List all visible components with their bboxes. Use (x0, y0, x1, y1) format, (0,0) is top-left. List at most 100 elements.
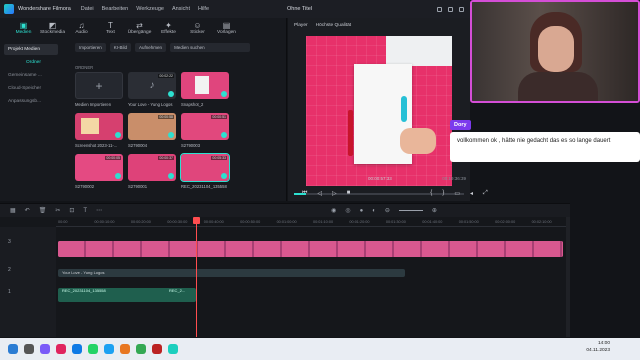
tool-sticker[interactable]: ☺ Sticker (184, 21, 211, 40)
telegram-icon[interactable] (72, 344, 82, 354)
snap-icon[interactable]: ◎ (345, 207, 350, 214)
quality-select[interactable]: Höchste Qualität (316, 23, 351, 28)
media-item-rec[interactable]: 00:05:33 (180, 153, 230, 182)
timeline-toolbar: ▦ ↶ 🗑 ✂ ⊡ T ⋯ ◉ ◎ ● ◐ ⊖ ⊕ (0, 203, 570, 217)
playhead[interactable] (193, 217, 200, 337)
obs-icon[interactable] (152, 344, 162, 354)
tool-audio[interactable]: ♫ Audio (68, 21, 95, 40)
tool-effekte[interactable]: ✦ Effekte (155, 21, 182, 40)
undo-icon[interactable]: ↶ (25, 207, 30, 214)
ruler-tick-label: 00:01:00:00 (276, 220, 297, 224)
import-media-tile[interactable]: + (75, 72, 123, 99)
mic-icon[interactable]: ● (360, 208, 364, 214)
added-check-icon (221, 91, 227, 97)
tool-uebergaenge[interactable]: ⇄ Übergänge (126, 21, 153, 40)
grid-icon[interactable]: ▦ (10, 207, 16, 214)
zoom-out-icon[interactable]: ⊖ (385, 207, 390, 214)
media-search-input[interactable]: Medien suchen (170, 43, 251, 52)
audio-clip-2[interactable]: REC_2... (166, 288, 196, 302)
media-sidebar: Projekt Medien Ordner Gemeinsame ... Clo… (0, 42, 62, 201)
menu-datei[interactable]: Datei (81, 6, 94, 12)
snapshot-icon[interactable]: ▭ (454, 190, 460, 197)
sticker-icon: ☺ (193, 21, 202, 30)
media-item-audio[interactable]: ♪ 00:02:22 (128, 72, 176, 99)
menu-ansicht[interactable]: Ansicht (172, 6, 190, 12)
delete-icon[interactable]: 🗑 (39, 207, 47, 214)
taskbar-clock[interactable]: 14:00 04.11.2023 (586, 340, 610, 354)
more-icon[interactable]: ⋯ (96, 207, 102, 214)
prev-frame-icon[interactable]: ⏮ (302, 190, 307, 197)
browser-icon[interactable] (104, 344, 114, 354)
timeline-ruler[interactable]: 00:00 00:00:10:00 00:00:20:00 00:00:30:00 00… (56, 217, 566, 227)
sidebar-item-anpassung[interactable]: Anpassungsb... (4, 96, 58, 107)
ruler-tick-label: 00:00:50:00 (240, 220, 261, 224)
media-item-s2790003[interactable]: 00:00:51 (181, 113, 229, 140)
media-item-s2790004[interactable]: 00:00:58 (128, 113, 176, 140)
playhead-handle[interactable] (193, 217, 200, 224)
media-item-screenshot[interactable] (75, 113, 123, 140)
filmora-taskbar-icon[interactable] (168, 344, 178, 354)
tool-text[interactable]: T Text (97, 21, 124, 40)
tool-medien[interactable]: ▣ Medien (10, 21, 37, 40)
menu-hilfe[interactable]: Hilfe (198, 6, 209, 12)
cloud-icon[interactable] (459, 6, 464, 12)
menu-werkzeuge[interactable]: Werkzeuge (136, 6, 164, 12)
crop-icon[interactable]: ⊡ (69, 207, 74, 214)
cut-icon[interactable]: ✂ (55, 207, 60, 214)
sidebar-item-ordner[interactable]: Ordner (4, 57, 58, 68)
preview-canvas[interactable] (306, 36, 452, 186)
chrome-icon[interactable] (136, 344, 146, 354)
track-label-video: 3 (8, 239, 11, 245)
start-icon[interactable] (8, 344, 18, 354)
whatsapp-icon[interactable] (88, 344, 98, 354)
menu-bar: Datei Bearbeiten Werkzeuge Ansicht Hilfe (81, 6, 209, 12)
zoom-slider[interactable] (398, 210, 423, 211)
notifications-icon[interactable] (448, 6, 453, 12)
layout-icon[interactable] (437, 6, 442, 12)
play-icon[interactable]: ▷ (332, 190, 337, 197)
step-back-icon[interactable]: ◁ (317, 190, 322, 197)
record-button[interactable]: Aufnehmen (135, 43, 167, 52)
media-item-s2790002[interactable]: 00:00:05 (75, 154, 123, 181)
media-item-snapshot[interactable] (181, 72, 229, 99)
render-icon[interactable]: ◉ (331, 207, 336, 214)
split-icon[interactable]: ◐ (372, 208, 376, 214)
import-button[interactable]: Importieren (75, 43, 106, 52)
ruler-tick-label: 00:00:40:00 (203, 220, 224, 224)
tool-vorlagen[interactable]: ▤ Vorlagen (213, 21, 240, 40)
ruler-tick-label: 00:00:10:00 (94, 220, 115, 224)
media-item-s2790001[interactable]: 00:00:37 (128, 154, 176, 181)
media-duration: 00:00:51 (211, 115, 227, 119)
chat-username: Dory (450, 120, 471, 130)
app-icon[interactable] (40, 344, 50, 354)
transition-icon: ⇄ (136, 21, 143, 30)
sidebar-item-cloud[interactable]: Cloud-Speicher (4, 83, 58, 94)
tool-stockmedia[interactable]: ◩ Stockmedia (39, 21, 66, 40)
title-icons (437, 6, 464, 12)
text-tool-icon[interactable]: T (83, 208, 87, 214)
added-check-icon (168, 173, 174, 179)
search-icon[interactable] (24, 344, 34, 354)
sidebar-item-projekt-medien[interactable]: Projekt Medien (4, 44, 58, 55)
menu-bearbeiten[interactable]: Bearbeiten (102, 6, 129, 12)
text-clip[interactable]: Your Love - Yung Logos (58, 269, 405, 277)
video-clip-track[interactable] (58, 241, 563, 257)
media-duration: 00:05:33 (211, 156, 227, 160)
mark-out-icon[interactable]: } (442, 190, 444, 196)
media-item-label: S2790001 (128, 184, 148, 189)
timeline-scrollbar[interactable] (566, 217, 570, 337)
volume-icon[interactable]: ◂ (470, 190, 473, 197)
stop-icon[interactable]: ■ (347, 190, 351, 196)
ruler-tick-label: 00:01:20:00 (349, 220, 370, 224)
player-tab[interactable]: Player (294, 23, 308, 28)
messenger-icon[interactable] (56, 344, 66, 354)
zoom-in-icon[interactable]: ⊕ (432, 207, 437, 214)
ai-image-button[interactable]: KI-Bild (109, 43, 132, 52)
sidebar-item-gemeinsame[interactable]: Gemeinsame ... (4, 70, 58, 81)
added-check-icon (115, 132, 121, 138)
webcam-overlay (470, 0, 640, 103)
firefox-icon[interactable] (120, 344, 130, 354)
fullscreen-icon[interactable]: ⤢ (483, 190, 488, 197)
tool-label: Sticker (190, 30, 205, 35)
mark-in-icon[interactable]: { (430, 190, 432, 196)
